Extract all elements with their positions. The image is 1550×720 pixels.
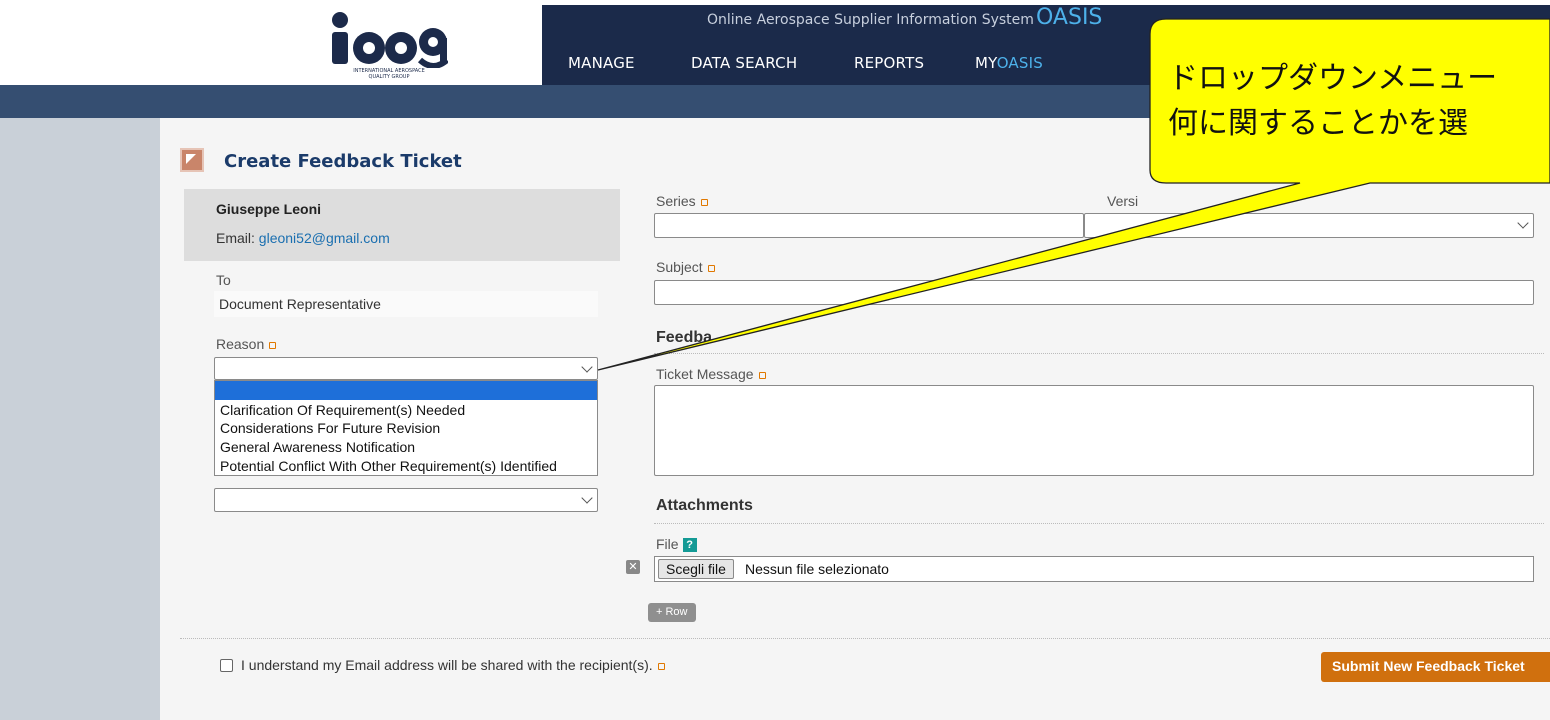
attachments-heading: Attachments — [656, 497, 753, 514]
to-value: Document Representative — [214, 291, 598, 317]
ticket-message-label-text: Ticket Message — [656, 366, 754, 382]
reason-option-blank-highlighted[interactable] — [215, 381, 597, 400]
choose-file-button[interactable]: Scegli file — [658, 559, 734, 579]
reason-option-clarification[interactable]: Clarification Of Requirement(s) Needed — [220, 402, 465, 418]
series-label-text: Series — [656, 193, 696, 209]
nav-myoasis[interactable]: MYOASIS — [975, 54, 1043, 72]
nav-myoasis-prefix: MY — [975, 54, 997, 72]
add-row-button[interactable]: + Row — [648, 603, 696, 622]
divider — [654, 353, 1544, 354]
to-label: To — [216, 272, 231, 288]
ticket-message-label: Ticket Message — [656, 366, 766, 382]
reason-option-conflict[interactable]: Potential Conflict With Other Requiremen… — [220, 458, 557, 474]
page-title: Create Feedback Ticket — [224, 151, 462, 172]
nav-reports[interactable]: REPORTS — [854, 54, 924, 72]
iaqg-logo-mark: iaqg — [332, 12, 448, 68]
chevron-down-icon — [581, 361, 593, 373]
required-icon — [657, 662, 665, 670]
nav-data-search[interactable]: DATA SEARCH — [691, 54, 797, 72]
remove-file-icon[interactable]: ✕ — [626, 560, 640, 574]
user-email-row: Email: gleoni52@gmail.com — [216, 230, 390, 246]
series-select[interactable] — [654, 213, 1084, 238]
reason-label-text: Reason — [216, 336, 265, 352]
closure-select[interactable] — [214, 488, 598, 512]
iaqg-logo[interactable]: iaqg INTERNATIONAL AEROSPACE QUALITY GRO… — [326, 10, 448, 80]
callout-line-2: 何に関することかを選 — [1168, 106, 1468, 141]
consent-checkbox[interactable] — [220, 659, 233, 672]
required-icon — [700, 198, 708, 206]
user-email-link[interactable]: gleoni52@gmail.com — [259, 230, 390, 246]
file-input[interactable]: Scegli file Nessun file selezionato — [654, 556, 1534, 582]
submit-feedback-button[interactable]: Submit New Feedback Ticket — [1321, 652, 1550, 682]
required-icon — [758, 371, 766, 379]
required-icon — [707, 264, 715, 272]
help-icon[interactable]: ? — [682, 538, 697, 553]
chevron-down-icon — [1517, 217, 1529, 229]
tagline: Online Aerospace Supplier Information Sy… — [707, 12, 1034, 28]
consent-text: I understand my Email address will be sh… — [241, 657, 653, 673]
user-email-label: Email: — [216, 230, 259, 246]
file-status: Nessun file selezionato — [745, 561, 889, 577]
series-label: Series — [656, 193, 708, 209]
page-title-icon — [180, 148, 204, 172]
feedback-heading: Feedba — [656, 329, 713, 346]
subject-input[interactable] — [654, 280, 1534, 305]
divider — [654, 523, 1544, 524]
nav-manage[interactable]: MANAGE — [568, 54, 635, 72]
reason-select[interactable] — [214, 357, 598, 380]
reason-label: Reason — [216, 336, 277, 352]
user-name: Giuseppe Leoni — [216, 201, 322, 217]
logo-text: iaqg — [387, 44, 406, 55]
subject-label-text: Subject — [656, 259, 703, 275]
callout-line-1: ドロップダウンメニュー — [1168, 61, 1498, 96]
user-card — [184, 189, 620, 261]
chevron-down-icon — [581, 492, 593, 504]
reason-option-future-revision[interactable]: Considerations For Future Revision — [220, 420, 440, 436]
required-icon — [269, 341, 277, 349]
subject-label: Subject — [656, 259, 715, 275]
file-label-text: File — [656, 536, 679, 552]
divider — [180, 638, 1550, 639]
nav-myoasis-suffix: OASIS — [996, 54, 1043, 72]
left-gutter — [0, 118, 160, 720]
reason-option-awareness[interactable]: General Awareness Notification — [220, 439, 415, 455]
reason-dropdown-list[interactable]: Clarification Of Requirement(s) Needed C… — [214, 380, 598, 476]
tagline-brand: OASIS — [1036, 5, 1103, 30]
version-select[interactable] — [1084, 213, 1534, 238]
logo-caption: INTERNATIONAL AEROSPACE QUALITY GROUP — [353, 68, 425, 80]
callout-text: ドロップダウンメニュー 何に関することかを選 — [1168, 56, 1497, 146]
file-label: File? — [656, 536, 697, 553]
version-label: Versi — [1107, 193, 1139, 209]
ticket-message-textarea[interactable] — [654, 385, 1534, 476]
consent-label: I understand my Email address will be sh… — [241, 657, 665, 673]
